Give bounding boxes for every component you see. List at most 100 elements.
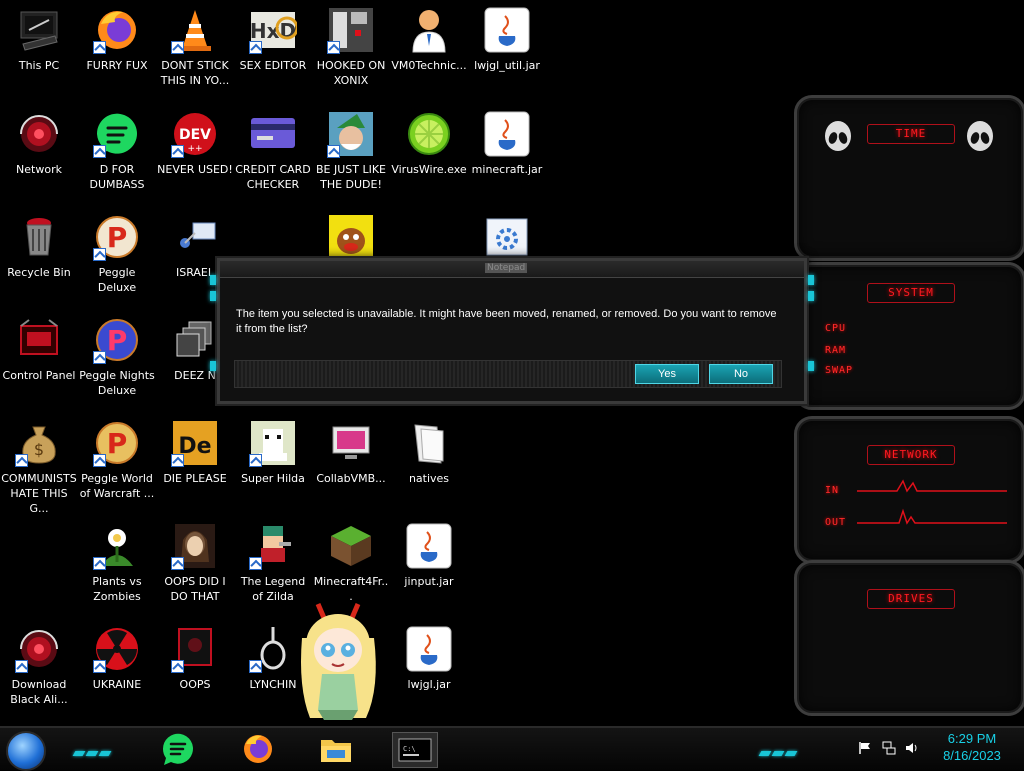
dialog-titlebar[interactable]: Notepad: [220, 261, 804, 278]
desktop-icon-download-black-alien[interactable]: Download Black Ali...: [0, 621, 78, 707]
desktop-icon-lwjgl-util-jar[interactable]: lwjgl_util.jar: [468, 2, 546, 73]
desktop-icon-viruswire[interactable]: VirusWire.exe: [390, 106, 468, 177]
desktop-icon-control-panel[interactable]: Control Panel: [0, 312, 78, 383]
icon-label: Download Black Ali...: [10, 678, 68, 706]
icon-label: Peggle Deluxe: [97, 266, 137, 294]
desktop-icon-hidden-dog[interactable]: [312, 209, 390, 265]
yes-button[interactable]: Yes: [635, 364, 699, 384]
ram-label: RAM: [825, 345, 847, 356]
icon-label: Super Hilda: [241, 472, 305, 485]
icon-label: NEVER USED!: [157, 163, 233, 176]
desktop-icon-peggle-nights[interactable]: P Peggle Nights Deluxe: [78, 312, 156, 398]
desktop-icon-dont-stick[interactable]: DONT STICK THIS IN YO...: [156, 2, 234, 88]
elf-character-icon: [327, 110, 375, 158]
shortcut-arrow-icon: [327, 145, 340, 158]
desktop-icon-hooked-on-xonix[interactable]: HOOKED ON XONIX: [312, 2, 390, 88]
desktop-icon-minecraft4free[interactable]: Minecraft4Fr...: [312, 518, 390, 604]
desktop-icon-oops[interactable]: OOPS: [156, 621, 234, 692]
desktop-icon-recycle-bin[interactable]: Recycle Bin: [0, 209, 78, 280]
desktop-icon-network[interactable]: Network: [0, 106, 78, 177]
flag-icon[interactable]: [858, 740, 872, 754]
taskbar-spotify-like-button[interactable]: [160, 732, 196, 766]
desktop-icon-communists[interactable]: $ COMMUNISTS HATE THIS G...: [0, 415, 78, 516]
folder-icon: [321, 740, 351, 762]
desktop-icon-minecraft-jar[interactable]: minecraft.jar: [468, 106, 546, 177]
dev-badge-icon: DEV ++: [171, 110, 219, 158]
peggle-icon: P: [93, 213, 141, 261]
lime-icon: [405, 110, 453, 158]
svg-text:C:\: C:\: [403, 745, 416, 753]
shortcut-arrow-icon: [93, 557, 106, 570]
icon-label: DONT STICK THIS IN YO...: [160, 59, 230, 87]
dialog-title: Notepad: [485, 263, 528, 273]
taskbar-accent-left: [72, 741, 113, 756]
clock-date: 8/16/2023: [943, 748, 1001, 763]
shortcut-arrow-icon: [171, 660, 184, 673]
desktop-icon-super-hilda[interactable]: Super Hilda: [234, 415, 312, 486]
desktop-icon-die-please[interactable]: De DIE PLEASE: [156, 415, 234, 486]
desktop-icon-peggle-deluxe[interactable]: P Peggle Deluxe: [78, 209, 156, 295]
icon-label: FURRY FUX: [86, 59, 148, 72]
desktop-icon-be-just-like-the-dude[interactable]: BE JUST LIKE THE DUDE!: [312, 106, 390, 192]
icon-label: HOOKED ON XONIX: [316, 59, 386, 87]
desktop-icon-d-for-dumbass[interactable]: D FOR DUMBASS: [78, 106, 156, 192]
clock-time: 6:29 PM: [947, 731, 997, 746]
plants-vs-zombies-icon: [93, 522, 141, 570]
desktop-icon-never-used[interactable]: DEV ++ NEVER USED!: [156, 106, 234, 177]
shortcut-arrow-icon: [249, 41, 262, 54]
desktop-icon-this-pc[interactable]: This PC: [0, 2, 78, 73]
desktop-icon-credit-card-checker[interactable]: CREDIT CARD CHECKER: [234, 106, 312, 192]
taskbar-firefox-button[interactable]: [240, 732, 276, 766]
recycle-bin-icon: [15, 213, 63, 261]
dialog-accent-right: [808, 361, 814, 371]
start-orb-button[interactable]: [6, 731, 46, 771]
desktop-icon-peggle-wow[interactable]: P Peggle World of Warcraft ...: [78, 415, 156, 501]
icon-label: UKRAINE: [92, 678, 142, 691]
icon-label: This PC: [18, 59, 60, 72]
desktop-icon-settings-app[interactable]: [468, 209, 546, 265]
shortcut-arrow-icon: [327, 41, 340, 54]
collabvm-icon: [327, 419, 375, 467]
desktop-icon-natives[interactable]: natives: [390, 415, 468, 486]
taskbar-accent-right: [758, 741, 799, 756]
icon-label: SEX EDITOR: [239, 59, 307, 72]
control-panel-icon: [15, 316, 63, 364]
stacked-windows-icon: [171, 316, 219, 364]
dialog-accent-left: [210, 361, 216, 371]
network-tray-icon[interactable]: [882, 740, 896, 755]
taskbar-clock[interactable]: 6:29 PM 8/16/2023: [928, 730, 1016, 764]
grass-block-icon: [327, 522, 375, 570]
peggle-nights-icon: P: [93, 316, 141, 364]
desktop-icon-furry-fux[interactable]: FURRY FUX: [78, 2, 156, 73]
network-in-graph: [857, 479, 1007, 493]
volume-icon[interactable]: [905, 740, 919, 754]
desktop-icon-jinput-jar[interactable]: jinput.jar: [390, 518, 468, 589]
icon-label: lwjgl.jar: [407, 678, 451, 691]
icon-label: COMMUNISTS HATE THIS G...: [1, 472, 77, 515]
shortcut-arrow-icon: [249, 660, 262, 673]
shortcut-arrow-icon: [15, 660, 28, 673]
icon-label: DIE PLEASE: [163, 472, 227, 485]
dialog-button-bar: Yes No: [234, 360, 782, 388]
icon-label: Plants vs Zombies: [92, 575, 142, 603]
desktop-icon-lwjgl-jar[interactable]: lwjgl.jar: [390, 621, 468, 692]
desktop-icon-collabvm[interactable]: CollabVMB...: [312, 415, 390, 486]
desktop-icon-sex-editor[interactable]: HxD SEX EDITOR: [234, 2, 312, 73]
desktop-icon-plants-vs-zombies[interactable]: Plants vs Zombies: [78, 518, 156, 604]
firefox-icon: [93, 6, 141, 54]
icon-label: Peggle Nights Deluxe: [79, 369, 155, 397]
desktop-icon-legend-of-zilda[interactable]: The Legend of Zilda: [234, 518, 312, 604]
desktop-icon-vm0technic[interactable]: VM0Technic...: [390, 2, 468, 73]
java-jar-icon: [405, 625, 453, 673]
icon-label: Recycle Bin: [7, 266, 71, 279]
shortcut-arrow-icon: [249, 454, 262, 467]
taskbar-command-prompt-button[interactable]: C:\: [392, 732, 438, 768]
dark-monitor-icon: [171, 625, 219, 673]
shortcut-arrow-icon: [171, 557, 184, 570]
icon-label: VirusWire.exe: [391, 163, 467, 176]
no-button[interactable]: No: [709, 364, 773, 384]
taskbar-file-explorer-button[interactable]: [318, 732, 354, 766]
desktop-icon-ukraine[interactable]: UKRAINE: [78, 621, 156, 692]
desktop-icon-oops-did-i[interactable]: OOPS DID I DO THAT: [156, 518, 234, 604]
shortcut-arrow-icon: [93, 454, 106, 467]
